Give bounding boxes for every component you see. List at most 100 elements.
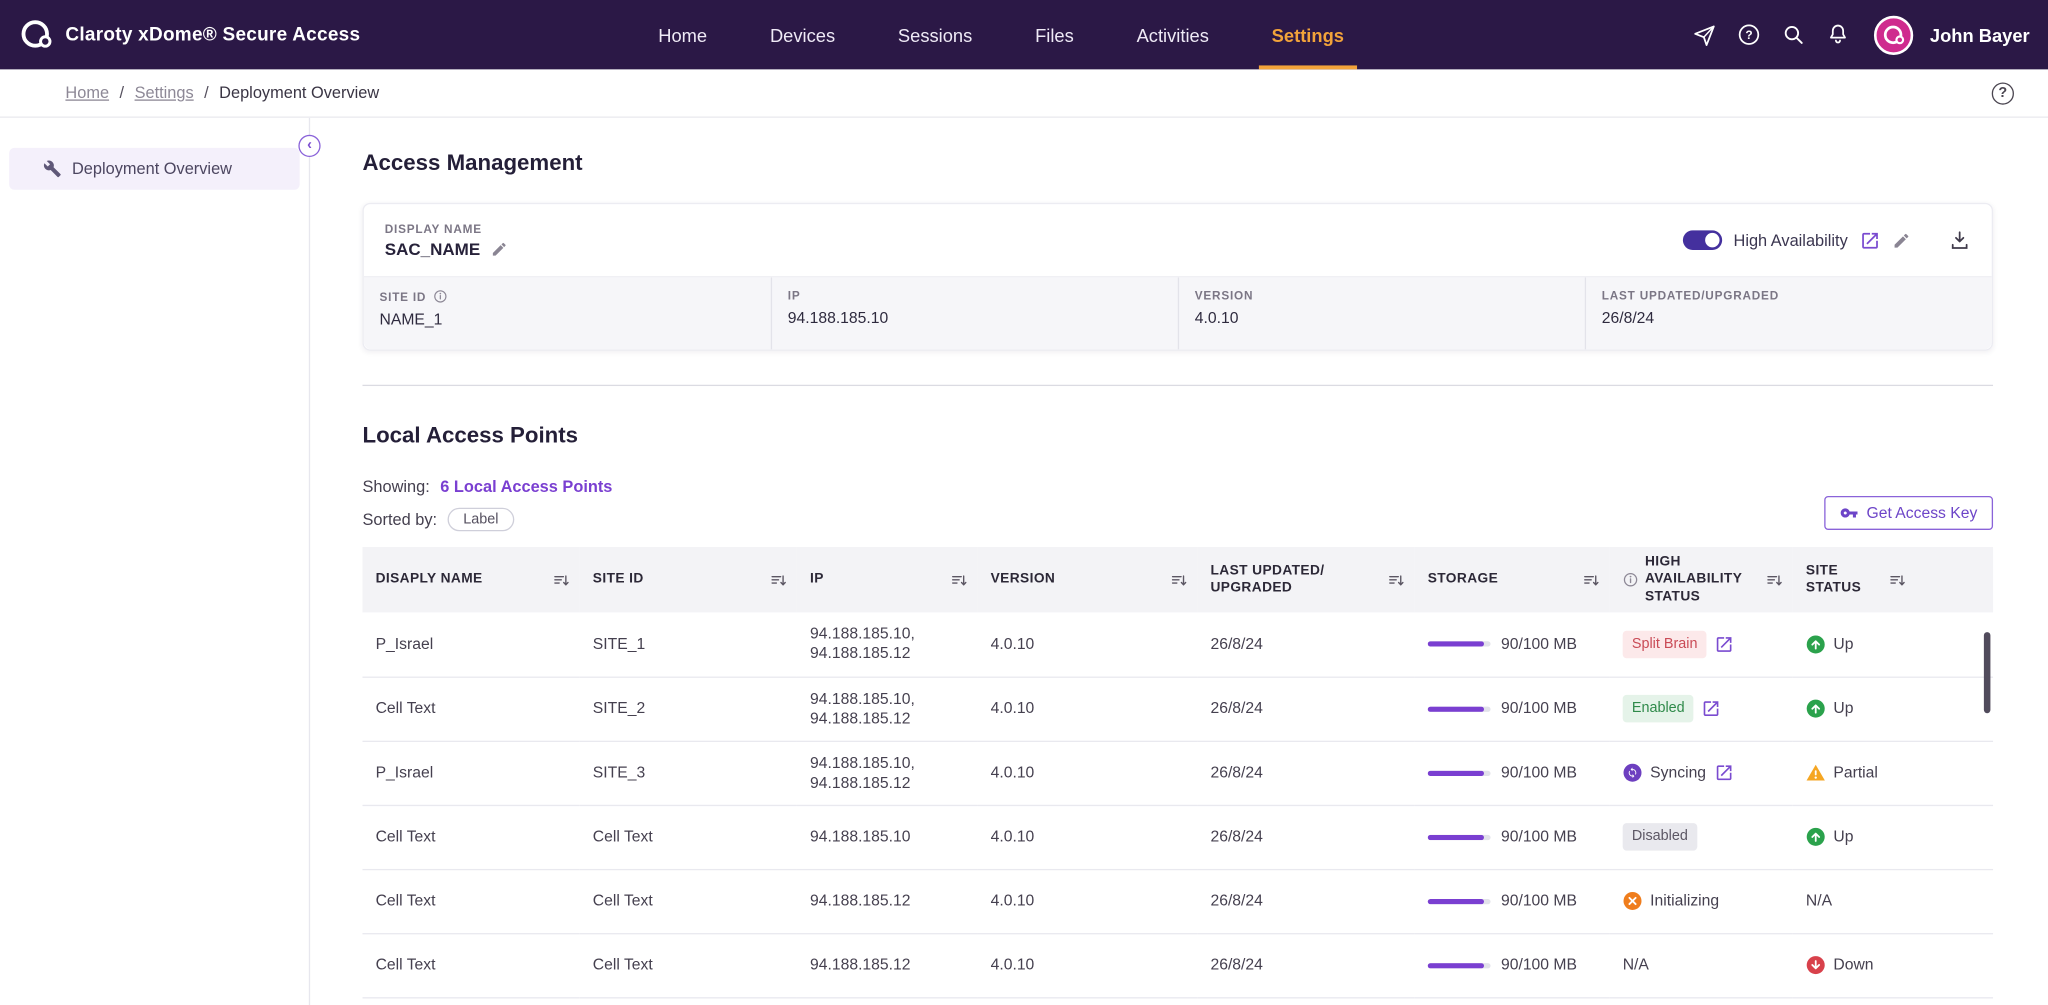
table-meta: Showing: 6 Local Access Points Sorted by…	[362, 478, 1993, 532]
cell-ha-status: Syncing	[1610, 741, 1793, 805]
col-header-site-id[interactable]: SITE ID	[580, 547, 797, 612]
cell-ip: 94.188.185.10,94.188.185.12	[797, 741, 978, 805]
brand-title: Claroty xDome® Secure Access	[65, 24, 360, 45]
filter-sort-icon[interactable]	[1387, 571, 1404, 588]
stat-value: 4.0.10	[1195, 309, 1569, 327]
stat-value: 94.188.185.10	[788, 309, 1162, 327]
filter-sort-icon[interactable]	[769, 571, 786, 588]
section-divider	[362, 385, 1993, 386]
stat-label: SITE ID	[380, 290, 427, 303]
ha-status-chip: Split Brain	[1623, 630, 1707, 657]
download-icon[interactable]	[1949, 229, 1971, 251]
filter-sort-icon[interactable]	[552, 571, 569, 588]
col-header-site-status[interactable]: SITE STATUS	[1793, 547, 1993, 612]
nav-devices[interactable]: Devices	[770, 0, 835, 69]
filter-sort-icon[interactable]	[1582, 571, 1599, 588]
search-icon[interactable]	[1779, 21, 1806, 48]
help-icon[interactable]: ?	[1735, 21, 1762, 48]
table-row[interactable]: P_IsraelSITE_194.188.185.10,94.188.185.1…	[362, 612, 1993, 676]
col-header-ha-status[interactable]: HIGH AVAILABILITY STATUS	[1610, 547, 1793, 612]
up-status-icon	[1806, 827, 1826, 847]
col-label: HIGH AVAILABILITY STATUS	[1645, 554, 1759, 606]
site-status-text: Up	[1833, 634, 1853, 654]
col-header-ip[interactable]: IP	[797, 547, 978, 612]
cell-ip: 94.188.185.10	[797, 805, 978, 869]
stat-ip: IP 94.188.185.10	[771, 277, 1178, 349]
access-management-card: DISPLAY NAME SAC_NAME High Availability	[362, 203, 1993, 351]
up-status-icon	[1806, 699, 1826, 719]
showing-count-link[interactable]: 6 Local Access Points	[440, 478, 612, 496]
ha-topology-icon[interactable]	[1860, 230, 1881, 251]
table-row[interactable]: Cell TextCell Text94.188.185.124.0.1026/…	[362, 933, 1993, 997]
down-status-icon	[1806, 955, 1826, 975]
filter-sort-icon[interactable]	[1765, 571, 1782, 588]
user-avatar[interactable]	[1874, 15, 1913, 54]
ha-details-icon[interactable]	[1702, 699, 1722, 719]
table-row[interactable]: P_IsraelSITE_394.188.185.10,94.188.185.1…	[362, 741, 1993, 805]
sort-chip-label[interactable]: Label	[448, 508, 515, 532]
col-header-storage[interactable]: STORAGE	[1415, 547, 1610, 612]
storage-text: 90/100 MB	[1501, 763, 1577, 783]
storage-bar	[1428, 770, 1491, 775]
site-status-text: Up	[1833, 699, 1853, 719]
nav-files[interactable]: Files	[1035, 0, 1074, 69]
ha-details-icon[interactable]	[1714, 763, 1734, 783]
filter-sort-icon[interactable]	[950, 571, 967, 588]
col-header-display-name[interactable]: DISAPLY NAME	[362, 547, 579, 612]
paper-plane-icon[interactable]	[1690, 21, 1717, 48]
nav-home[interactable]: Home	[658, 0, 707, 69]
cell-display-name: Cell Text	[362, 869, 579, 933]
edit-ha-icon[interactable]	[1892, 231, 1910, 249]
filter-sort-icon[interactable]	[1170, 571, 1187, 588]
ha-status-text: Syncing	[1650, 763, 1706, 783]
edit-display-name-icon[interactable]	[491, 240, 508, 257]
high-availability-toggle[interactable]	[1682, 230, 1721, 250]
info-icon[interactable]	[1623, 572, 1639, 588]
col-header-last-updated[interactable]: LAST UPDATED/ UPGRADED	[1197, 547, 1414, 612]
col-header-version[interactable]: VERSION	[978, 547, 1198, 612]
stat-site-id: SITE ID NAME_1	[364, 277, 771, 349]
table-row[interactable]: Cell TextCell Text94.188.185.104.0.1026/…	[362, 805, 1993, 869]
cell-site-id: Cell Text	[580, 805, 797, 869]
sidebar-item-label: Deployment Overview	[72, 160, 232, 178]
breadcrumb-separator: /	[120, 84, 125, 102]
nav-sessions[interactable]: Sessions	[898, 0, 972, 69]
scrollbar-thumb[interactable]	[1984, 632, 1991, 713]
cell-site-status: Down	[1793, 933, 1993, 997]
user-name[interactable]: John Bayer	[1930, 24, 2030, 45]
nav-settings[interactable]: Settings	[1272, 0, 1344, 69]
stat-version: VERSION 4.0.10	[1178, 277, 1585, 349]
stat-last-updated: LAST UPDATED/UPGRADED 26/8/24	[1585, 277, 1992, 349]
breadcrumb-settings[interactable]: Settings	[135, 84, 194, 102]
sidebar-collapse-button[interactable]	[298, 135, 320, 157]
card-top: DISPLAY NAME SAC_NAME High Availability	[364, 204, 1992, 276]
storage-bar	[1428, 642, 1491, 647]
nav-activities[interactable]: Activities	[1137, 0, 1209, 69]
display-name-label: DISPLAY NAME	[385, 222, 508, 235]
cell-ip: 94.188.185.12	[797, 869, 978, 933]
page-help-icon[interactable]	[1992, 82, 2014, 104]
main-nav: Home Devices Sessions Files Activities S…	[658, 0, 1344, 69]
table-row[interactable]: Cell TextCell Text94.188.185.124.0.1026/…	[362, 869, 1993, 933]
deployment-stats: SITE ID NAME_1 IP 94.188.185.10 VERSION …	[364, 276, 1992, 349]
storage-bar	[1428, 962, 1491, 967]
col-label: LAST UPDATED/ UPGRADED	[1210, 563, 1324, 597]
cell-ha-status: Disabled	[1610, 805, 1793, 869]
info-icon[interactable]	[433, 289, 447, 303]
table-row[interactable]: Cell TextSITE_294.188.185.10,94.188.185.…	[362, 677, 1993, 741]
cell-version: 4.0.10	[978, 805, 1198, 869]
section-title: Local Access Points	[362, 423, 1993, 449]
cell-version: 4.0.10	[978, 933, 1198, 997]
breadcrumb-home[interactable]: Home	[65, 84, 109, 102]
ha-details-icon[interactable]	[1714, 634, 1734, 654]
lap-table-body: P_IsraelSITE_194.188.185.10,94.188.185.1…	[362, 612, 1993, 997]
main-content: Access Management DISPLAY NAME SAC_NAME …	[310, 118, 2048, 1005]
breadcrumb-separator: /	[204, 84, 209, 102]
sidebar-item-deployment-overview[interactable]: Deployment Overview	[9, 148, 300, 190]
get-access-key-button[interactable]: Get Access Key	[1825, 496, 1993, 530]
svg-text:?: ?	[1745, 28, 1752, 42]
bell-icon[interactable]	[1824, 21, 1851, 48]
cell-site-status: N/A	[1793, 869, 1993, 933]
filter-sort-icon[interactable]	[1888, 571, 1905, 588]
local-access-points-table: DISAPLY NAME SITE ID IP VERSION LAST UPD…	[362, 547, 1993, 998]
